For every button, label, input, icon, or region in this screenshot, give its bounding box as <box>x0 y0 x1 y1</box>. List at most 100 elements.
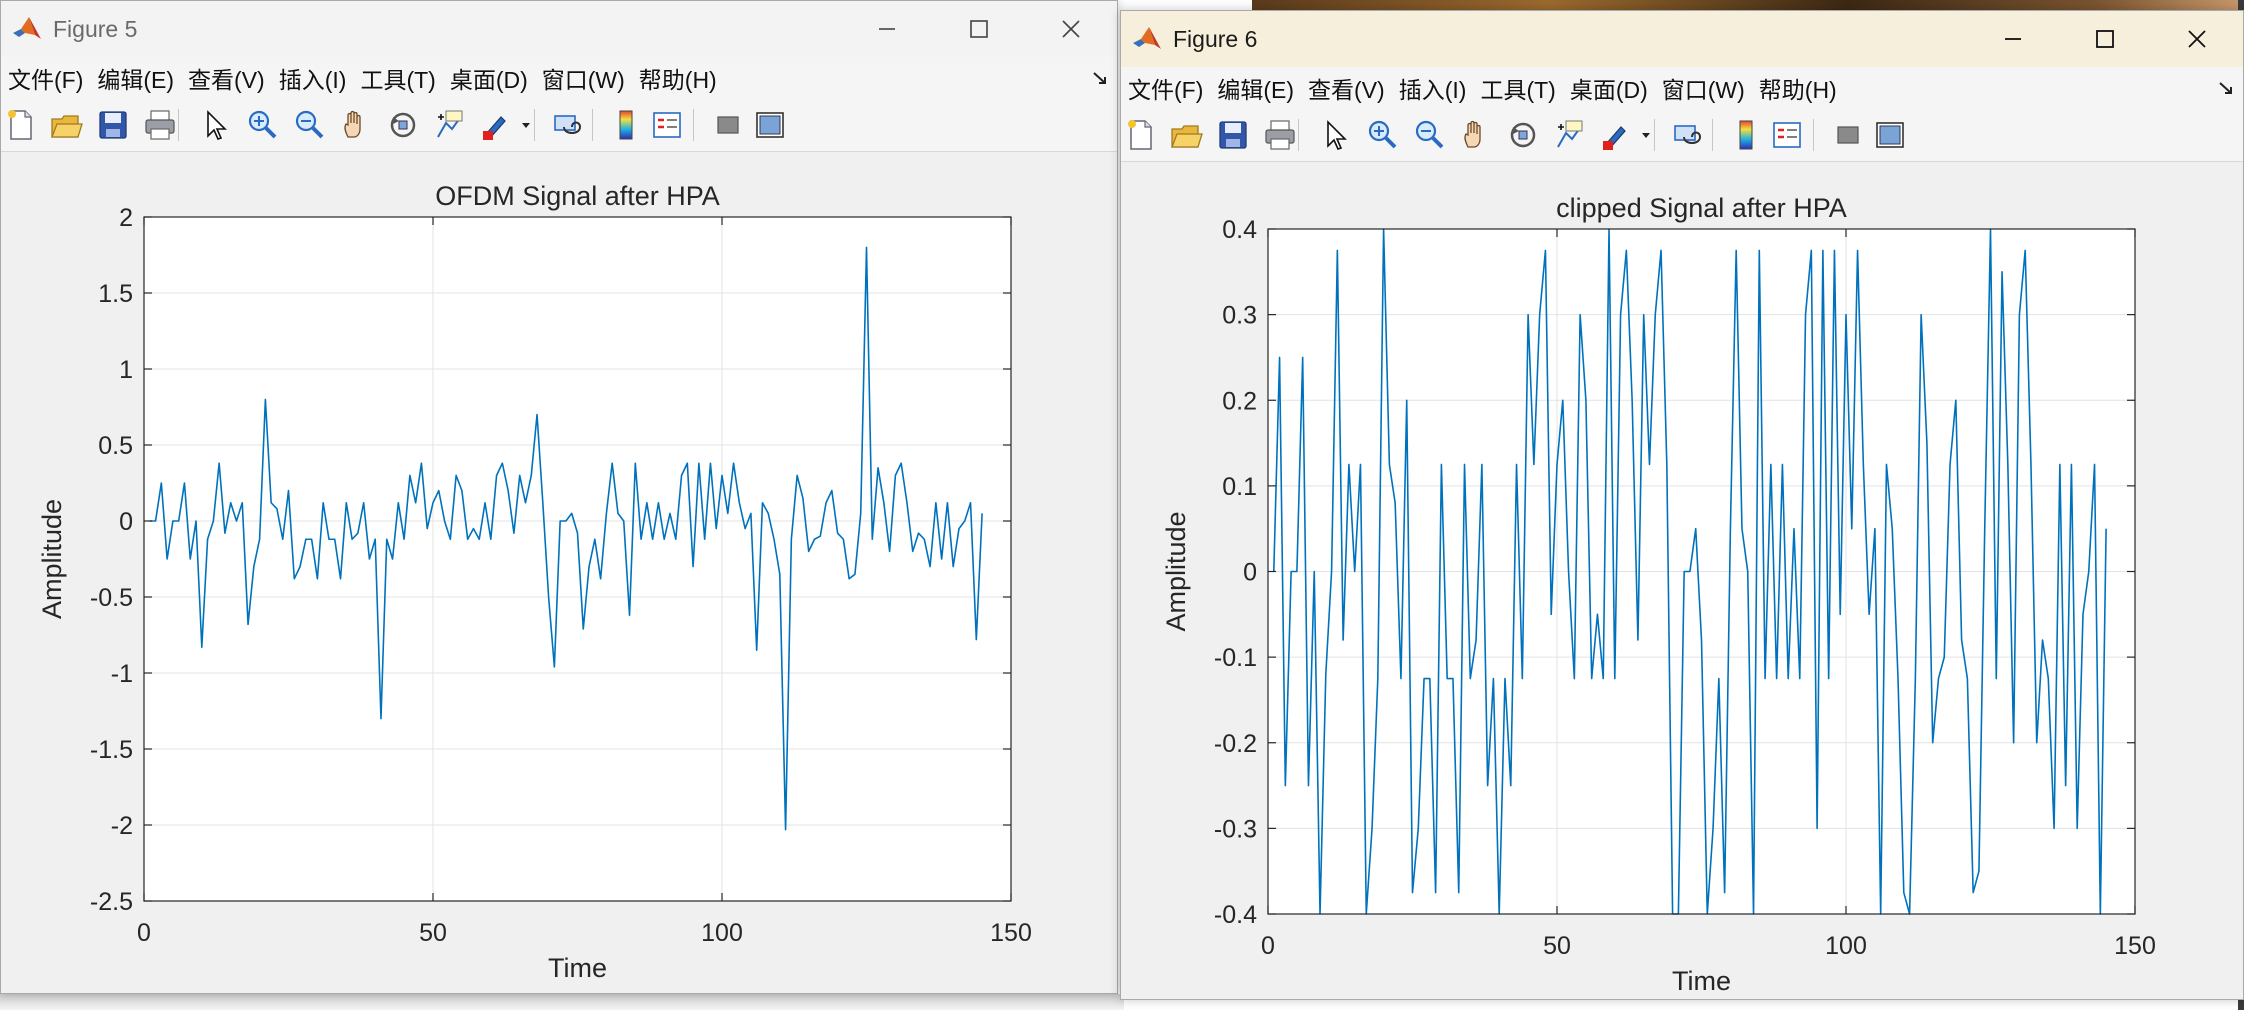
rotate-3d-button[interactable] <box>1505 117 1541 153</box>
link-plot-button[interactable] <box>550 107 586 143</box>
rotate-3d-button[interactable] <box>385 107 421 143</box>
brush-button[interactable] <box>1599 117 1635 153</box>
pointer-icon <box>1327 120 1347 150</box>
menu-bar: 文件(F) 编辑(E) 查看(V) 插入(I) 工具(T) 桌面(D) 窗口(W… <box>1 57 1117 99</box>
y-tick-label: 0.1 <box>1222 473 1257 501</box>
ofdm-signal-chart[interactable]: 0 50 100 150 -2.5 -2 -1.5 -1 -0.5 0 0.5 1 1.5 2 OFDM S… <box>1 152 1117 993</box>
chevron-down-icon <box>1642 133 1650 138</box>
open-file-button[interactable] <box>1168 117 1204 153</box>
y-tick-label: 0 <box>1243 559 1257 587</box>
brush-dropdown-button[interactable] <box>1639 117 1653 153</box>
toolbar-separator <box>693 109 694 141</box>
toolbar-separator <box>178 109 179 141</box>
pointer-button[interactable] <box>196 107 232 143</box>
close-button[interactable] <box>1025 1 1117 57</box>
save-button[interactable] <box>1215 117 1251 153</box>
maximize-icon <box>970 20 988 38</box>
pointer-button[interactable] <box>1316 117 1352 153</box>
hide-plot-tools-button[interactable] <box>1830 117 1866 153</box>
legend-button[interactable] <box>1769 117 1805 153</box>
figure-6-window[interactable]: Figure 6 文件(F) 编辑(E) 查看(V) 插入(I) 工具(T) 桌… <box>1120 10 2244 1000</box>
colorbar-button[interactable] <box>608 107 644 143</box>
y-tick-label: 1 <box>119 356 133 384</box>
zoom-out-button[interactable] <box>291 107 327 143</box>
y-tick-label: 0 <box>119 508 133 536</box>
title-bar[interactable]: Figure 5 <box>1 1 1117 57</box>
minimize-button[interactable] <box>1967 11 2059 67</box>
zoom-out-button[interactable] <box>1411 117 1447 153</box>
print-button[interactable] <box>1262 117 1298 153</box>
brush-dropdown-button[interactable] <box>519 107 533 143</box>
figure-canvas[interactable]: 0 50 100 150 -2.5 -2 -1.5 -1 -0.5 0 0.5 1 1.5 2 OFDM S… <box>1 152 1117 993</box>
menu-edit[interactable]: 编辑(E) <box>90 61 181 95</box>
menu-file[interactable]: 文件(F) <box>1121 71 1210 105</box>
menu-desktop[interactable]: 桌面(D) <box>443 61 535 95</box>
x-axis-label: Time <box>548 953 607 983</box>
minimize-button[interactable] <box>841 1 933 57</box>
y-axis-label: Amplitude <box>37 499 67 619</box>
colorbar-button[interactable] <box>1728 117 1764 153</box>
plot-area[interactable] <box>144 217 1011 901</box>
menu-help[interactable]: 帮助(H) <box>632 61 724 95</box>
print-button[interactable] <box>142 107 178 143</box>
figure-toolbar <box>1121 109 2243 162</box>
x-tick-label: 50 <box>1543 932 1571 960</box>
legend-button[interactable] <box>649 107 685 143</box>
pan-hand-button[interactable] <box>338 107 374 143</box>
y-tick-label: -0.4 <box>1214 901 1257 929</box>
figure-toolbar <box>1 99 1117 152</box>
print-icon <box>1265 120 1295 150</box>
close-button[interactable] <box>2151 11 2243 67</box>
new-figure-button[interactable] <box>3 107 39 143</box>
rotate-3d-icon <box>1510 122 1536 148</box>
colorbar-icon <box>1739 120 1753 150</box>
menu-file[interactable]: 文件(F) <box>1 61 90 95</box>
title-bar[interactable]: Figure 6 <box>1121 11 2243 67</box>
hide-plot-tools-button[interactable] <box>710 107 746 143</box>
menu-edit[interactable]: 编辑(E) <box>1210 71 1301 105</box>
window-title: Figure 5 <box>53 15 138 42</box>
dock-figure-icon[interactable] <box>2217 79 2235 97</box>
zoom-out-icon <box>295 110 324 139</box>
new-figure-button[interactable] <box>1123 117 1159 153</box>
pan-hand-button[interactable] <box>1458 117 1494 153</box>
open-file-button[interactable] <box>48 107 84 143</box>
dock-figure-icon[interactable] <box>1091 69 1109 87</box>
menu-insert[interactable]: 插入(I) <box>1392 71 1474 105</box>
maximize-button[interactable] <box>933 1 1025 57</box>
save-icon <box>99 111 127 139</box>
data-cursor-button[interactable] <box>432 107 468 143</box>
maximize-icon <box>2096 30 2114 48</box>
pan-hand-icon <box>344 110 361 138</box>
zoom-in-button[interactable] <box>1364 117 1400 153</box>
data-cursor-icon <box>437 110 463 138</box>
toolbar-separator <box>1712 119 1713 151</box>
figure-canvas[interactable]: 0 50 100 150 -0.4 -0.3 -0.2 -0.1 0 0.1 0.2 0.3 0.4 cl… <box>1121 162 2243 999</box>
save-button[interactable] <box>95 107 131 143</box>
menu-insert[interactable]: 插入(I) <box>272 61 354 95</box>
brush-icon <box>483 116 506 140</box>
figure-5-window[interactable]: Figure 5 文件(F) 编辑(E) 查看(V) 插入(I) 工具(T) 桌… <box>0 0 1118 994</box>
menu-tools[interactable]: 工具(T) <box>353 61 442 95</box>
clipped-signal-chart[interactable]: 0 50 100 150 -0.4 -0.3 -0.2 -0.1 0 0.1 0.2 0.3 0.4 cl… <box>1121 162 2243 999</box>
brush-icon <box>1603 126 1626 150</box>
x-tick-label: 0 <box>1261 932 1275 960</box>
data-cursor-button[interactable] <box>1552 117 1588 153</box>
menu-help[interactable]: 帮助(H) <box>1752 71 1844 105</box>
menu-view[interactable]: 查看(V) <box>181 61 272 95</box>
maximize-button[interactable] <box>2059 11 2151 67</box>
brush-button[interactable] <box>479 107 515 143</box>
zoom-in-button[interactable] <box>244 107 280 143</box>
menu-tools[interactable]: 工具(T) <box>1473 71 1562 105</box>
menu-window[interactable]: 窗口(W) <box>1655 71 1752 105</box>
menu-window[interactable]: 窗口(W) <box>535 61 632 95</box>
menu-view[interactable]: 查看(V) <box>1301 71 1392 105</box>
show-plot-tools-button[interactable] <box>752 107 788 143</box>
menu-bar: 文件(F) 编辑(E) 查看(V) 插入(I) 工具(T) 桌面(D) 窗口(W… <box>1121 67 2243 109</box>
pan-hand-icon <box>1464 120 1481 148</box>
show-plot-tools-button[interactable] <box>1872 117 1908 153</box>
x-tick-label: 0 <box>137 919 151 947</box>
menu-desktop[interactable]: 桌面(D) <box>1563 71 1655 105</box>
y-tick-label: -2 <box>111 812 133 840</box>
link-plot-button[interactable] <box>1670 117 1706 153</box>
